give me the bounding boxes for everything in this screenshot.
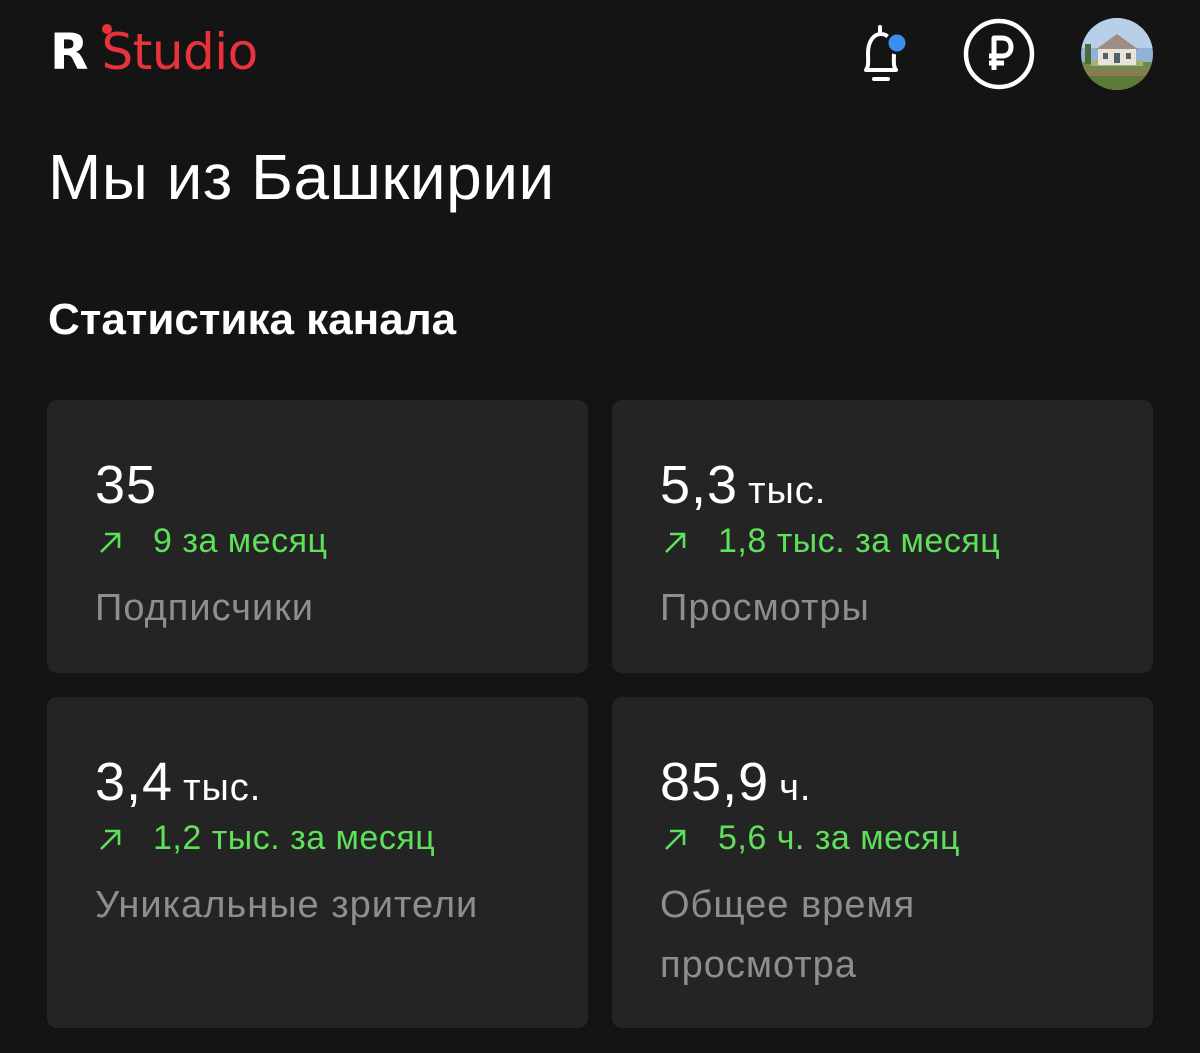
logo-mark: R xyxy=(50,22,112,82)
stat-card-watch-time[interactable]: 85,9 ч. 5,6 ч. за месяц Общее время просм… xyxy=(612,697,1153,1028)
stat-delta: 9 за месяц xyxy=(95,522,327,561)
stat-delta-text: 1,8 тыс. за месяц xyxy=(718,522,1001,560)
stat-label: Общее время просмотра xyxy=(660,884,916,986)
avatar-image xyxy=(1081,18,1153,90)
stat-label: Просмотры xyxy=(660,587,870,629)
monetization-button[interactable] xyxy=(962,17,1036,91)
stat-delta-text: 9 за месяц xyxy=(153,522,328,560)
logo-dot xyxy=(102,24,112,34)
rstudio-logo[interactable]: R Studio xyxy=(50,22,258,82)
stat-value: 35 xyxy=(95,454,167,516)
logo-word: Studio xyxy=(101,23,259,81)
stat-delta: 1,8 тыс. за месяц xyxy=(660,522,1000,561)
channel-title: Мы из Башкирии xyxy=(48,141,555,213)
stat-label: Подписчики xyxy=(95,587,315,629)
ruble-icon xyxy=(963,18,1035,90)
logo-letter: R xyxy=(50,23,89,81)
stat-unit: тыс. xyxy=(748,470,827,512)
stat-value: 5,3 тыс. xyxy=(660,454,826,516)
bell-icon xyxy=(864,25,909,81)
stat-number: 5,3 xyxy=(660,455,739,515)
stat-card-unique-viewers[interactable]: 3,4 тыс. 1,2 тыс. за месяц Уникальные зри… xyxy=(47,697,588,1028)
profile-avatar[interactable] xyxy=(1081,18,1153,90)
notifications-button[interactable] xyxy=(845,17,919,91)
trend-up-icon xyxy=(665,829,686,850)
stat-delta: 5,6 ч. за месяц xyxy=(660,819,960,858)
section-title: Статистика канала xyxy=(48,295,457,344)
notification-dot xyxy=(885,31,909,55)
top-bar: R Studio xyxy=(0,0,1200,110)
stat-unit: ч. xyxy=(779,767,812,809)
trend-up-icon xyxy=(100,532,121,553)
stat-delta: 1,2 тыс. за месяц xyxy=(95,819,435,858)
stat-card-views[interactable]: 5,3 тыс. 1,8 тыс. за месяц Просмотры xyxy=(612,400,1153,673)
trend-up-icon xyxy=(665,532,686,553)
trend-up-icon xyxy=(100,829,121,850)
stat-delta-text: 5,6 ч. за месяц xyxy=(718,819,960,857)
stat-label: Уникальные зрители xyxy=(95,884,479,926)
stat-unit: тыс. xyxy=(183,767,262,809)
stat-number: 35 xyxy=(95,455,158,515)
stat-number: 85,9 xyxy=(660,752,770,812)
stat-value: 85,9 ч. xyxy=(660,751,811,813)
stat-delta-text: 1,2 тыс. за месяц xyxy=(153,819,436,857)
stat-number: 3,4 xyxy=(95,752,174,812)
stat-value: 3,4 тыс. xyxy=(95,751,261,813)
stat-card-subscribers[interactable]: 35 9 за месяц Подписчики xyxy=(47,400,588,673)
